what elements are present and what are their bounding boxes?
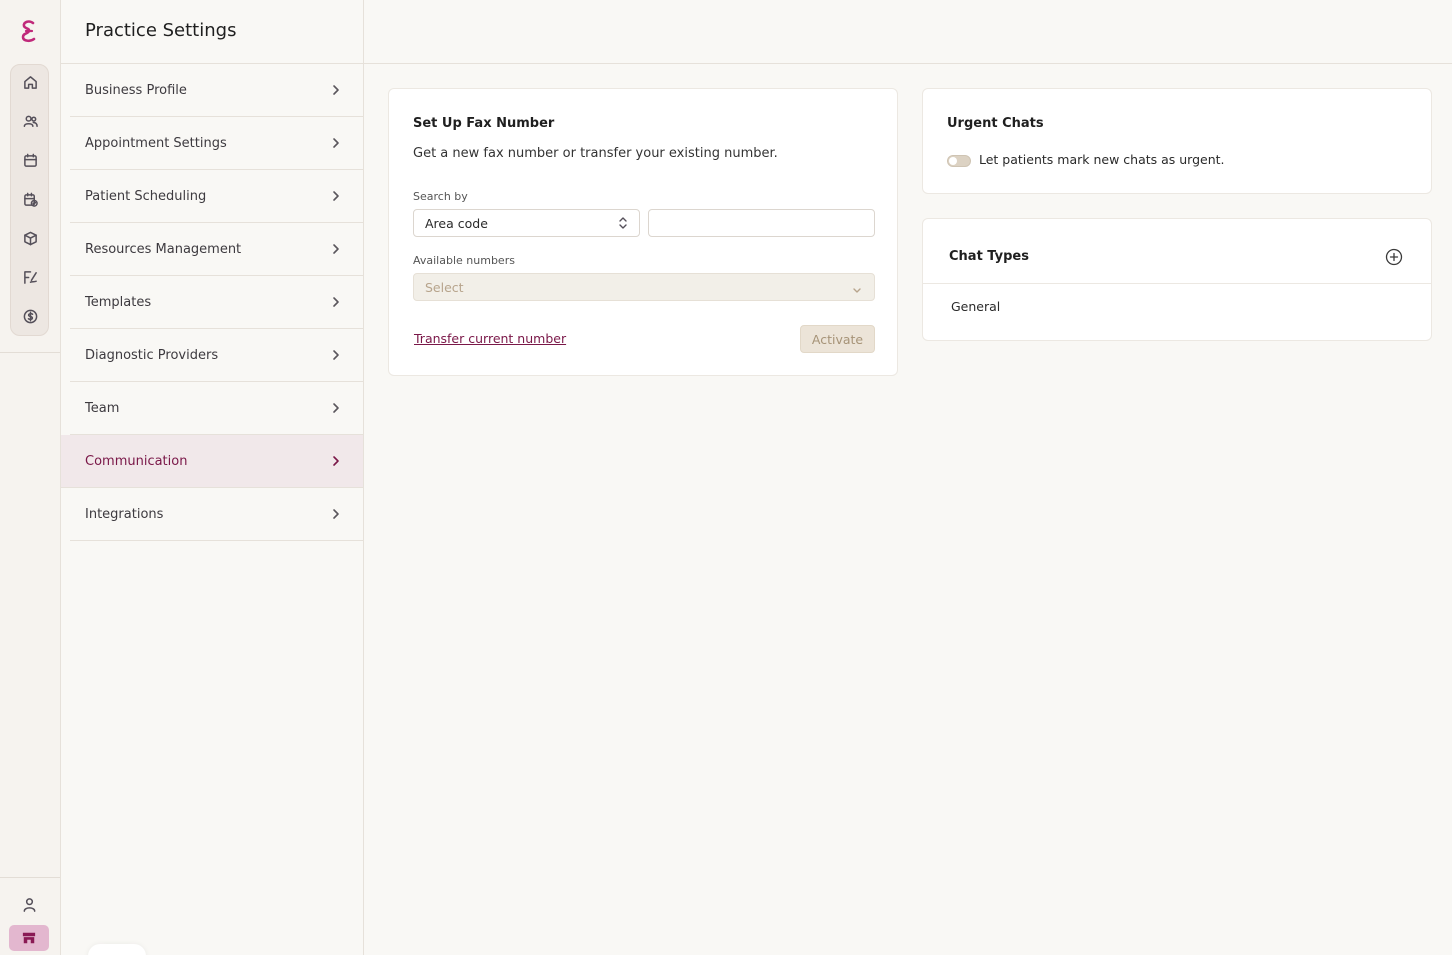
chevron-right-icon <box>329 295 343 309</box>
nav-item-label: Templates <box>85 294 152 310</box>
chevron-down-icon <box>852 283 862 293</box>
nav-item-resources-management[interactable]: Resources Management <box>70 223 363 276</box>
home-icon[interactable] <box>19 71 41 93</box>
chevron-right-icon <box>329 136 343 150</box>
search-input[interactable] <box>648 209 875 237</box>
rail-nav-group <box>10 64 49 336</box>
search-by-select[interactable]: Area code <box>413 209 640 237</box>
chat-types-divider <box>923 283 1431 284</box>
icon-rail <box>0 0 61 955</box>
chevron-right-icon <box>329 348 343 362</box>
user-icon[interactable] <box>18 893 40 915</box>
chevron-right-icon <box>329 401 343 415</box>
calendar-check-icon[interactable] <box>19 188 41 210</box>
app-root: Practice Settings Business Profile Appoi… <box>0 0 1452 955</box>
nav-item-diagnostic-providers[interactable]: Diagnostic Providers <box>70 329 363 382</box>
floating-pill[interactable] <box>88 944 146 955</box>
chevron-right-icon <box>329 507 343 521</box>
nav-item-appointment-settings[interactable]: Appointment Settings <box>70 117 363 170</box>
available-numbers-placeholder: Select <box>425 279 464 295</box>
nav-item-templates[interactable]: Templates <box>70 276 363 329</box>
nav-item-communication[interactable]: Communication <box>61 435 363 488</box>
chevron-up-down-icon <box>617 216 629 230</box>
nav-item-label: Patient Scheduling <box>85 188 207 204</box>
available-numbers-label: Available numbers <box>413 254 515 267</box>
nav-item-label: Resources Management <box>85 241 242 257</box>
users-icon[interactable] <box>19 110 41 132</box>
fax-card-title: Set Up Fax Number <box>413 116 555 131</box>
activate-button[interactable]: Activate <box>800 325 875 353</box>
rail-divider-bottom <box>0 877 60 878</box>
nav-item-label: Appointment Settings <box>85 135 227 151</box>
chevron-right-icon <box>329 242 343 256</box>
signature-icon[interactable] <box>19 266 41 288</box>
chevron-right-icon <box>329 454 343 468</box>
nav-item-label: Communication <box>85 453 188 469</box>
nav-item-integrations[interactable]: Integrations <box>70 488 363 541</box>
chevron-right-icon <box>329 189 343 203</box>
urgent-chats-toggle-label: Let patients mark new chats as urgent. <box>979 152 1225 167</box>
fax-card-subtitle: Get a new fax number or transfer your ex… <box>413 146 778 161</box>
brand-logo-icon[interactable] <box>17 18 41 44</box>
add-circle-icon[interactable] <box>1385 248 1403 266</box>
nav-item-patient-scheduling[interactable]: Patient Scheduling <box>70 170 363 223</box>
urgent-chats-title: Urgent Chats <box>947 116 1044 131</box>
urgent-chats-toggle[interactable] <box>947 155 971 167</box>
nav-item-label: Integrations <box>85 506 164 522</box>
transfer-number-link[interactable]: Transfer current number <box>414 331 566 346</box>
chevron-right-icon <box>329 83 343 97</box>
settings-nav: Practice Settings Business Profile Appoi… <box>61 0 364 955</box>
urgent-chats-card: Urgent Chats Let patients mark new chats… <box>922 88 1432 194</box>
nav-item-business-profile[interactable]: Business Profile <box>70 64 363 117</box>
settings-nav-list: Business Profile Appointment Settings Pa… <box>61 64 363 541</box>
box-icon[interactable] <box>19 227 41 249</box>
nav-item-team[interactable]: Team <box>70 382 363 435</box>
available-numbers-select[interactable]: Select <box>413 273 875 301</box>
nav-item-label: Team <box>85 400 120 416</box>
fax-setup-card: Set Up Fax Number Get a new fax number o… <box>388 88 898 376</box>
chat-types-card: Chat Types General <box>922 218 1432 341</box>
dollar-icon[interactable] <box>19 305 41 327</box>
page-title: Practice Settings <box>85 20 237 41</box>
nav-item-label: Business Profile <box>85 82 187 98</box>
nav-item-label: Diagnostic Providers <box>85 347 219 363</box>
main-header-divider <box>364 63 1452 64</box>
rail-divider <box>0 352 60 353</box>
chat-type-item[interactable]: General <box>951 299 1000 314</box>
search-by-value: Area code <box>425 215 488 231</box>
calendar-icon[interactable] <box>19 149 41 171</box>
chat-types-title: Chat Types <box>949 249 1029 264</box>
search-by-label: Search by <box>413 190 468 203</box>
store-icon[interactable] <box>9 925 49 951</box>
